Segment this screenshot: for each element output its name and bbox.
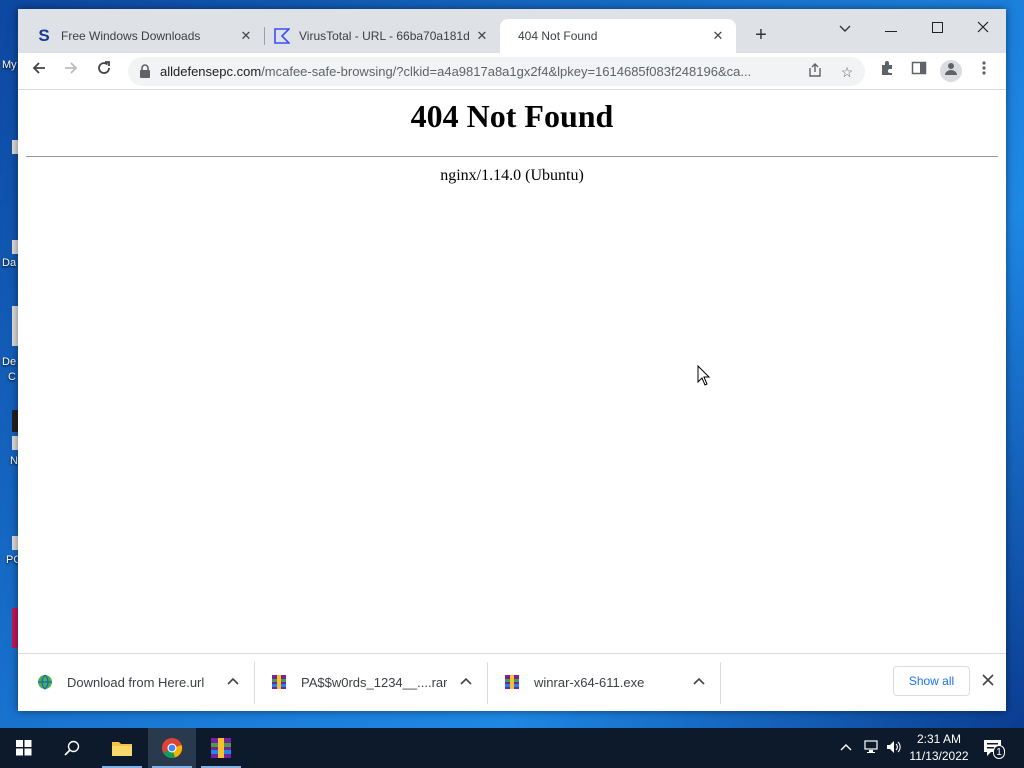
folder-icon bbox=[112, 742, 132, 756]
url-text[interactable]: alldefensepc.com/mcafee-safe-browsing/?c… bbox=[160, 64, 800, 79]
close-icon[interactable]: ✕ bbox=[710, 28, 726, 44]
close-icon bbox=[982, 674, 994, 686]
notification-count-badge: 1 bbox=[993, 745, 1005, 759]
url-path: /mcafee-safe-browsing/?clkid=a4a9817a8a1… bbox=[261, 64, 752, 79]
arrow-right-icon bbox=[65, 62, 78, 74]
page-content: 404 Not Found nginx/1.14.0 (Ubuntu) bbox=[18, 90, 1006, 653]
page-title: 404 Not Found bbox=[410, 98, 614, 134]
download-filename: Download from Here.url bbox=[67, 674, 205, 690]
winrar-icon bbox=[211, 738, 231, 758]
minimize-icon bbox=[885, 31, 897, 32]
tab-search-button[interactable] bbox=[822, 13, 868, 43]
desktop-icon-label[interactable]: C bbox=[8, 371, 16, 383]
chevron-up-icon[interactable] bbox=[459, 674, 473, 688]
softpedia-s-icon: S bbox=[38, 26, 50, 45]
tab-title: VirusTotal - URL - 66ba70a181d bbox=[299, 29, 470, 43]
download-filename: winrar-x64-611.exe bbox=[534, 674, 645, 690]
browser-toolbar: alldefensepc.com/mcafee-safe-browsing/?c… bbox=[18, 53, 1006, 90]
tab-free-windows-downloads[interactable]: S Free Windows Downloads ✕ bbox=[26, 19, 264, 53]
download-separator bbox=[487, 662, 488, 704]
browser-window: S Free Windows Downloads ✕ VirusTotal - … bbox=[18, 9, 1006, 711]
network-icon[interactable] bbox=[864, 740, 880, 757]
reload-icon bbox=[98, 61, 110, 74]
file-explorer-button[interactable] bbox=[98, 728, 146, 768]
winrar-archive-icon bbox=[272, 675, 286, 689]
side-panel-icon[interactable] bbox=[908, 60, 930, 82]
download-bar: Download from Here.url PA$$w0rds_1234__.… bbox=[18, 653, 1006, 711]
virustotal-icon bbox=[274, 28, 290, 44]
desktop-icon-label[interactable]: Da bbox=[2, 257, 16, 269]
menu-kebab-icon[interactable] bbox=[973, 60, 995, 82]
desktop-icon-label[interactable]: N bbox=[10, 455, 18, 467]
download-item[interactable]: winrar-x64-611.exe bbox=[504, 654, 720, 710]
download-item[interactable]: PA$$w0rds_1234__....rar bbox=[271, 654, 487, 710]
tab-virustotal[interactable]: VirusTotal - URL - 66ba70a181d ✕ bbox=[264, 19, 500, 53]
tab-title: 404 Not Found bbox=[518, 29, 598, 43]
reload-button[interactable] bbox=[91, 59, 117, 85]
url-host: alldefensepc.com bbox=[160, 64, 262, 79]
maximize-button[interactable] bbox=[914, 13, 960, 43]
tab-404-not-found[interactable]: 404 Not Found ✕ bbox=[500, 19, 736, 53]
desktop-icon-label[interactable]: My bbox=[2, 59, 17, 71]
chrome-taskbar-button[interactable] bbox=[148, 728, 196, 768]
download-item[interactable]: Download from Here.url bbox=[37, 654, 254, 710]
profile-avatar-icon[interactable] bbox=[940, 60, 962, 82]
winrar-installer-icon bbox=[505, 675, 519, 689]
download-filename: PA$$w0rds_1234__....rar bbox=[301, 674, 448, 690]
close-icon bbox=[977, 21, 989, 33]
search-icon bbox=[64, 740, 80, 756]
chevron-down-icon bbox=[839, 25, 851, 32]
forward-button[interactable] bbox=[58, 59, 84, 85]
star-icon[interactable]: ☆ bbox=[837, 62, 857, 82]
divider bbox=[26, 156, 998, 157]
clock-date: 11/13/2022 bbox=[909, 749, 969, 763]
download-separator bbox=[720, 662, 721, 704]
desktop-icon-label[interactable]: De bbox=[2, 356, 16, 368]
volume-icon[interactable] bbox=[886, 740, 902, 757]
back-button[interactable] bbox=[26, 59, 52, 85]
close-download-bar-button[interactable] bbox=[978, 670, 998, 694]
clock-time: 2:31 AM bbox=[916, 732, 962, 746]
new-tab-button[interactable]: + bbox=[749, 23, 773, 47]
arrow-left-icon bbox=[32, 62, 45, 74]
notification-center-button[interactable]: 1 bbox=[982, 737, 1005, 759]
search-button[interactable] bbox=[48, 728, 96, 768]
minimize-button[interactable] bbox=[868, 13, 914, 43]
lock-icon[interactable] bbox=[139, 63, 151, 79]
tab-strip: S Free Windows Downloads ✕ VirusTotal - … bbox=[18, 9, 1006, 53]
chrome-icon bbox=[162, 738, 183, 758]
mouse-cursor-icon bbox=[697, 365, 711, 386]
close-window-button[interactable] bbox=[960, 13, 1006, 43]
chevron-up-icon[interactable] bbox=[226, 674, 240, 688]
maximize-icon bbox=[931, 22, 943, 33]
close-icon[interactable]: ✕ bbox=[238, 28, 254, 44]
clock[interactable]: 2:31 AM 11/13/2022 bbox=[904, 731, 974, 765]
internet-shortcut-icon bbox=[38, 674, 52, 690]
windows-logo-icon bbox=[16, 740, 32, 756]
taskbar: 2:31 AM 11/13/2022 1 bbox=[0, 728, 1024, 768]
close-icon[interactable]: ✕ bbox=[474, 28, 490, 44]
winrar-taskbar-button[interactable] bbox=[197, 728, 245, 768]
share-icon[interactable] bbox=[805, 62, 825, 82]
extensions-icon[interactable] bbox=[876, 60, 898, 82]
address-bar[interactable]: alldefensepc.com/mcafee-safe-browsing/?c… bbox=[128, 57, 865, 86]
show-all-button[interactable]: Show all bbox=[893, 666, 970, 696]
download-separator bbox=[254, 662, 255, 704]
start-button[interactable] bbox=[0, 728, 48, 768]
tab-title: Free Windows Downloads bbox=[61, 29, 201, 43]
server-signature: nginx/1.14.0 (Ubuntu) bbox=[440, 167, 584, 184]
show-hidden-icons-chevron-icon[interactable] bbox=[840, 740, 852, 754]
chevron-up-icon[interactable] bbox=[692, 674, 706, 688]
